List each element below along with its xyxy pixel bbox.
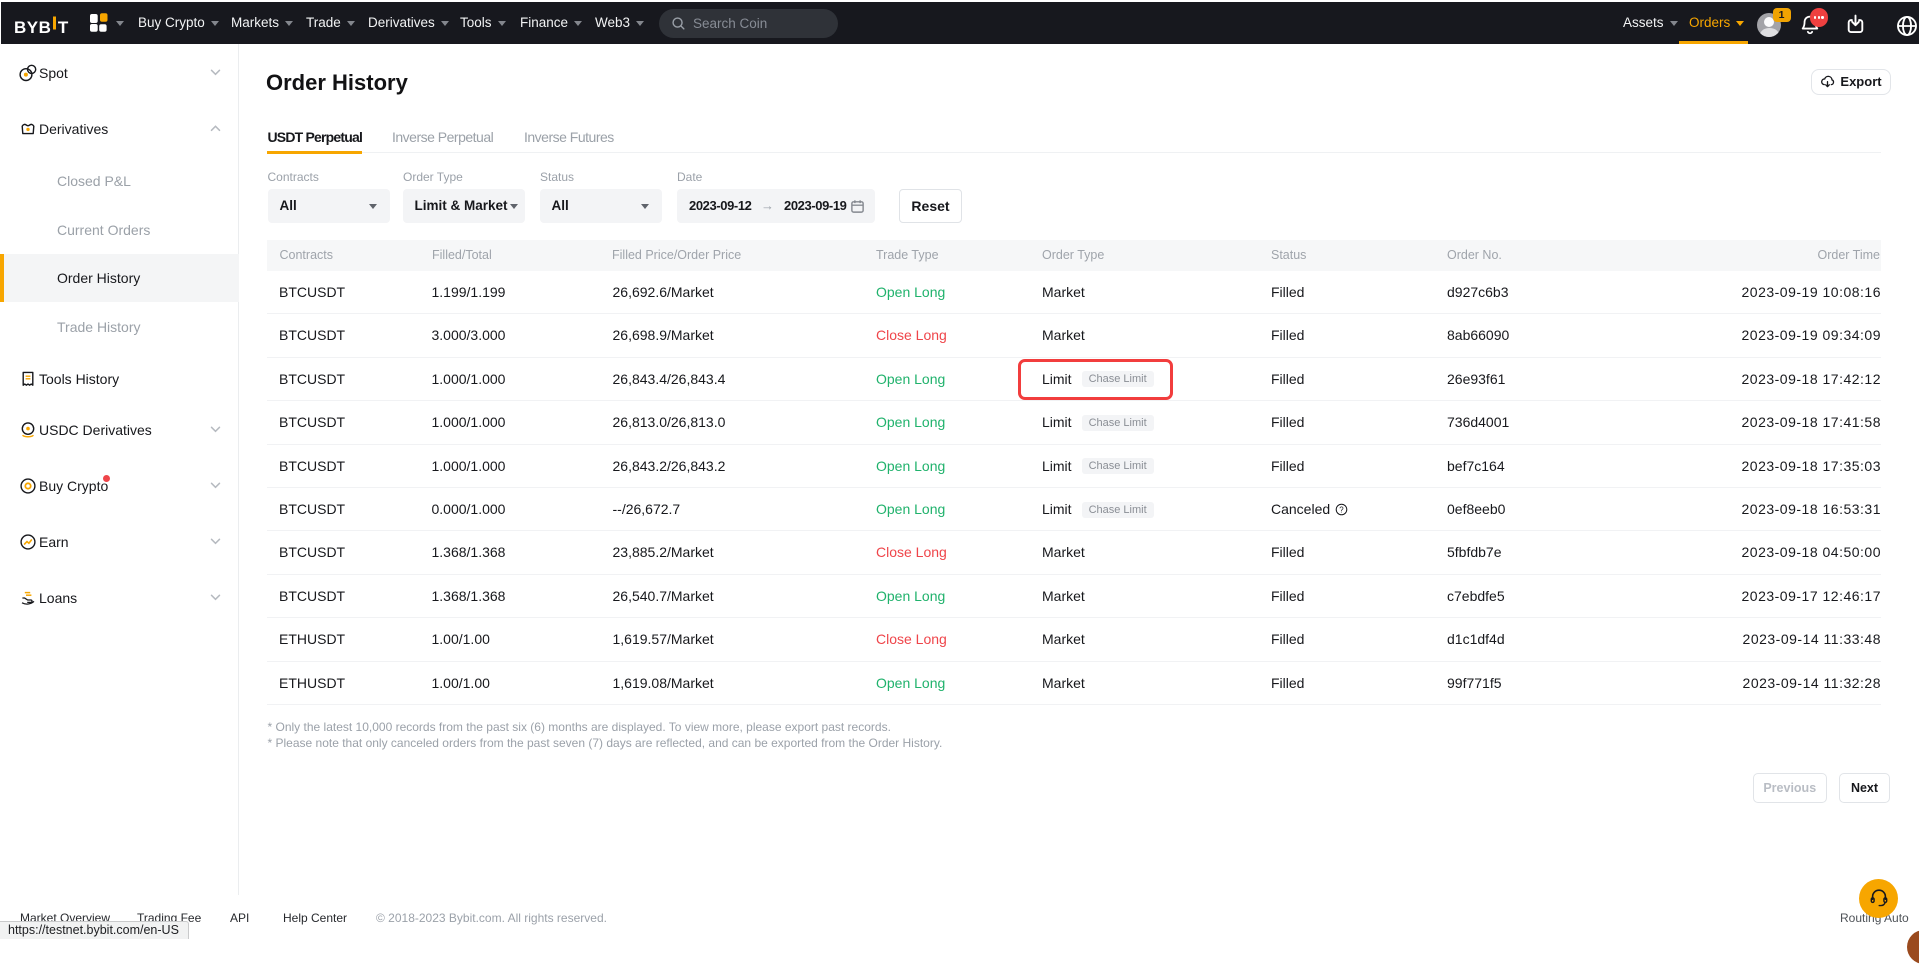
- svg-text:?: ?: [1339, 505, 1344, 514]
